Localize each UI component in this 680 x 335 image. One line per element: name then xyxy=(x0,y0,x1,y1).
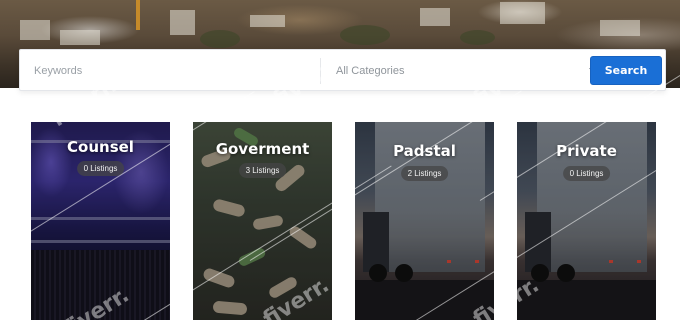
category-select-value: All Categories xyxy=(336,65,405,77)
category-select[interactable]: All Categories xyxy=(330,59,600,83)
category-card-goverment[interactable]: Goverment 3 Listings xyxy=(193,122,332,320)
listing-count-badge: 3 Listings xyxy=(238,163,287,178)
category-card-padstal[interactable]: Padstal 2 Listings xyxy=(355,122,494,320)
page: All Categories Search Counsel 0 Listings… xyxy=(0,0,680,335)
category-title: Counsel xyxy=(67,138,134,156)
listing-count-badge: 0 Listings xyxy=(562,166,611,181)
search-divider xyxy=(320,58,321,84)
listing-count-badge: 2 Listings xyxy=(400,166,449,181)
search-button[interactable]: Search xyxy=(590,56,662,85)
listing-count-badge: 0 Listings xyxy=(76,161,125,176)
search-bar: All Categories Search xyxy=(19,49,666,91)
keywords-input[interactable] xyxy=(34,61,294,81)
category-title: Goverment xyxy=(215,140,310,158)
category-card-private[interactable]: Private 0 Listings xyxy=(517,122,656,320)
category-card-counsel[interactable]: Counsel 0 Listings xyxy=(31,122,170,320)
category-title: Padstal xyxy=(393,142,456,160)
crane-decoration xyxy=(136,0,140,30)
category-title: Private xyxy=(556,142,617,160)
